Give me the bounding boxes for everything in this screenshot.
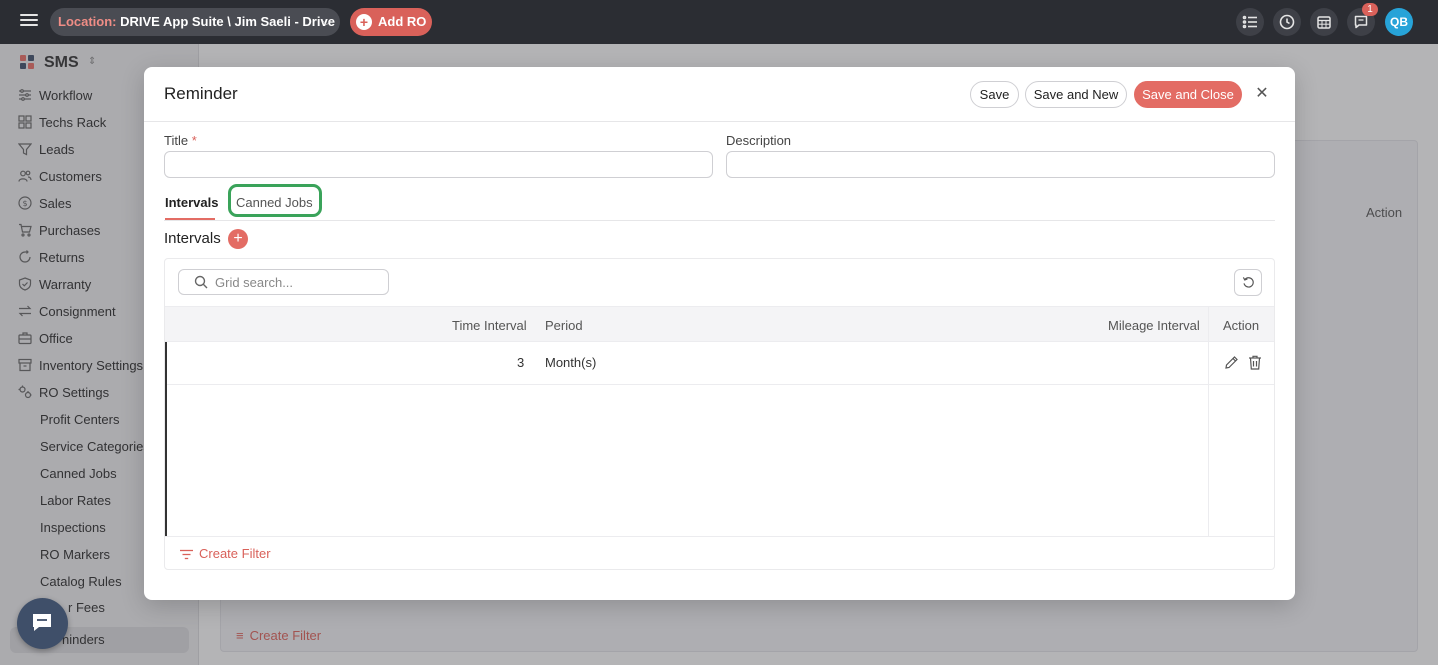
tabs-divider: [164, 220, 1275, 221]
calendar-icon[interactable]: [1310, 8, 1338, 36]
chat-support-button[interactable]: [17, 598, 68, 649]
grid-search-input[interactable]: [215, 275, 385, 290]
grid-footer-divider: [165, 536, 1274, 537]
search-icon: [194, 275, 208, 289]
chevron-down-icon: ⌵: [322, 16, 331, 28]
plus-icon: +: [356, 14, 372, 30]
list-icon[interactable]: [1236, 8, 1264, 36]
reset-icon: [1242, 277, 1254, 288]
location-selector[interactable]: Location: DRIVE App Suite \ Jim Saeli - …: [50, 8, 340, 36]
column-action: Action: [1223, 318, 1260, 333]
description-input[interactable]: [726, 151, 1275, 178]
create-filter-link[interactable]: Create Filter: [180, 546, 271, 561]
title-label-text: Title: [164, 133, 189, 148]
description-label: Description: [726, 133, 792, 148]
grid-header: Time Interval Period Mileage Interval Ac…: [165, 306, 1274, 342]
column-time-interval[interactable]: Time Interval: [452, 318, 527, 333]
save-button[interactable]: Save: [970, 81, 1019, 108]
save-and-new-button[interactable]: Save and New: [1025, 81, 1127, 108]
grid-left-border: [165, 342, 167, 536]
reminder-modal: Reminder Save Save and New Save and Clos…: [144, 67, 1295, 600]
column-period[interactable]: Period: [545, 318, 583, 333]
intervals-grid: Time Interval Period Mileage Interval Ac…: [164, 258, 1275, 570]
location-label: Location:: [58, 14, 117, 29]
cell-period: Month(s): [545, 355, 597, 370]
title-label: Title *: [164, 133, 197, 148]
header-divider: [144, 121, 1295, 122]
close-icon[interactable]: ✕: [1252, 84, 1272, 104]
modal-title: Reminder: [164, 84, 238, 103]
top-bar: Location: DRIVE App Suite \ Jim Saeli - …: [0, 0, 1438, 44]
location-value: DRIVE App Suite \ Jim Saeli - Drive: [120, 14, 335, 29]
trash-icon[interactable]: [1248, 355, 1262, 370]
active-tab-indicator: [165, 218, 215, 220]
avatar[interactable]: QB: [1385, 8, 1413, 36]
intervals-section-title: Intervals: [164, 230, 221, 247]
save-and-close-button[interactable]: Save and Close: [1134, 81, 1242, 108]
chat-bubble-icon: [33, 614, 51, 631]
edit-icon[interactable]: [1224, 355, 1239, 370]
tab-canned-jobs-highlight: [228, 184, 322, 217]
action-column-divider: [1208, 306, 1209, 536]
table-row[interactable]: 3 Month(s): [165, 342, 1274, 385]
add-ro-label: Add RO: [378, 14, 427, 29]
filter-icon: [180, 549, 193, 560]
add-interval-button[interactable]: +: [228, 229, 248, 249]
required-marker: *: [191, 133, 197, 148]
column-mileage-interval[interactable]: Mileage Interval: [1108, 318, 1200, 333]
title-input[interactable]: [164, 151, 713, 178]
cell-time-interval: 3: [517, 355, 525, 370]
notification-badge: 1: [1362, 3, 1378, 16]
create-filter-label: Create Filter: [199, 546, 271, 561]
grid-reset-button[interactable]: [1234, 269, 1262, 296]
menu-icon[interactable]: [20, 12, 38, 30]
tab-intervals[interactable]: Intervals: [165, 195, 218, 210]
grid-search-box[interactable]: [178, 269, 389, 295]
add-ro-button[interactable]: + Add RO: [350, 8, 432, 36]
clock-icon[interactable]: [1273, 8, 1301, 36]
